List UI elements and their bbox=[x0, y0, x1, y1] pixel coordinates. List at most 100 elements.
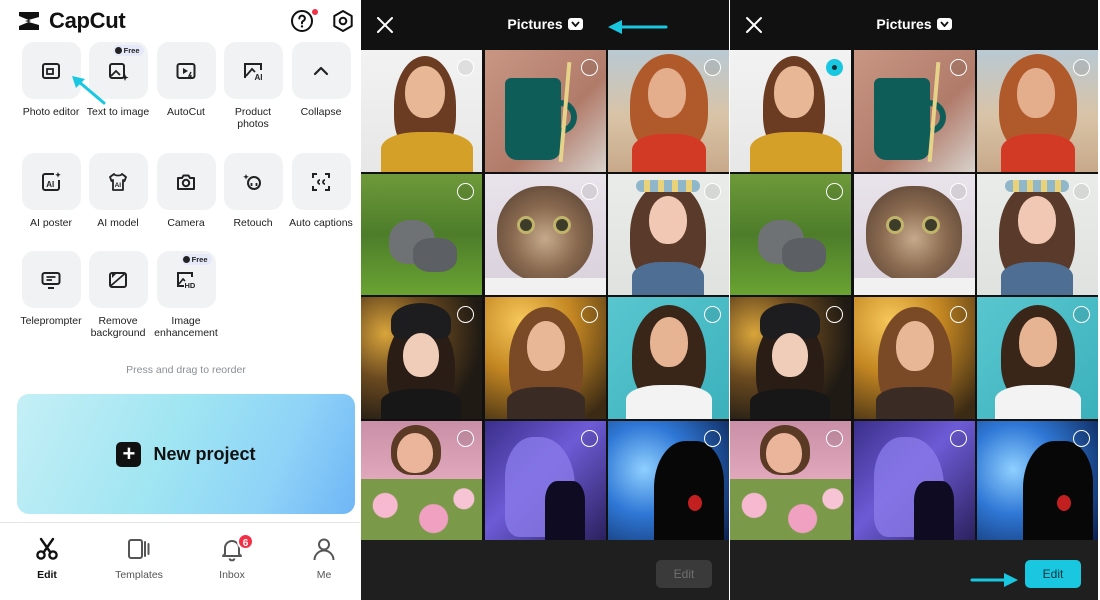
select-circle[interactable] bbox=[704, 306, 721, 323]
product-photos-icon: AI bbox=[244, 62, 263, 82]
select-circle[interactable] bbox=[580, 59, 598, 76]
photo-content bbox=[1001, 261, 1073, 295]
select-circle[interactable] bbox=[457, 59, 474, 76]
photo-thumbnail[interactable] bbox=[730, 173, 851, 295]
tool-ai-poster[interactable]: AI AI poster bbox=[16, 153, 86, 229]
photo-thumbnail[interactable] bbox=[361, 297, 482, 419]
tools-grid: Photo editor Free Text to image AutoCut … bbox=[0, 0, 360, 360]
photo-content bbox=[506, 387, 585, 419]
inbox-badge: 6 bbox=[237, 533, 254, 550]
tool-tile[interactable] bbox=[156, 42, 216, 99]
tool-tile[interactable]: AI bbox=[21, 153, 81, 210]
select-circle[interactable] bbox=[949, 306, 967, 323]
photo-thumbnail[interactable] bbox=[484, 297, 606, 419]
select-circle[interactable] bbox=[704, 59, 721, 76]
select-circle-checked[interactable] bbox=[826, 59, 843, 76]
text-to-image-icon bbox=[109, 62, 129, 81]
tool-ai-model[interactable]: AI AI model bbox=[83, 153, 153, 229]
album-selector[interactable]: Pictures bbox=[730, 16, 1098, 32]
select-circle[interactable] bbox=[704, 429, 721, 447]
select-circle[interactable] bbox=[580, 182, 598, 200]
photo-content bbox=[632, 134, 706, 172]
tool-teleprompter[interactable]: Teleprompter bbox=[16, 251, 86, 327]
select-circle[interactable] bbox=[949, 59, 967, 76]
photo-thumbnail[interactable] bbox=[977, 420, 1098, 542]
tool-product-photos[interactable]: AI Product photos bbox=[218, 42, 288, 130]
select-circle[interactable] bbox=[1073, 59, 1090, 76]
free-badge: Free bbox=[112, 45, 144, 56]
select-circle[interactable] bbox=[826, 182, 843, 200]
select-circle[interactable] bbox=[949, 182, 967, 200]
select-circle[interactable] bbox=[826, 306, 843, 323]
photo-thumbnail[interactable] bbox=[730, 297, 851, 419]
photo-thumbnail[interactable] bbox=[977, 297, 1098, 419]
picker-footer: Edit bbox=[730, 540, 1098, 600]
nav-inbox[interactable]: 6 Inbox bbox=[197, 533, 267, 581]
photo-thumbnail[interactable] bbox=[730, 50, 851, 172]
photo-thumbnail[interactable] bbox=[853, 420, 975, 542]
scissors-icon bbox=[36, 537, 58, 560]
select-circle[interactable] bbox=[457, 429, 474, 447]
select-circle[interactable] bbox=[580, 306, 598, 323]
tool-tile[interactable]: Free HD bbox=[156, 251, 216, 308]
nav-me[interactable]: Me bbox=[289, 536, 359, 581]
photo-content bbox=[895, 321, 934, 371]
photo-thumbnail[interactable] bbox=[484, 50, 606, 172]
photo-content bbox=[504, 78, 561, 160]
tool-image-enhancement[interactable]: Free HD Image enhancement bbox=[151, 251, 221, 339]
photo-thumbnail[interactable] bbox=[977, 173, 1098, 295]
tool-tile[interactable]: AI bbox=[223, 42, 283, 99]
ai-poster-icon: AI bbox=[42, 171, 61, 191]
album-selector[interactable]: Pictures bbox=[361, 16, 729, 32]
photo-content bbox=[875, 387, 954, 419]
photo-thumbnail[interactable] bbox=[361, 420, 482, 542]
photo-thumbnail[interactable] bbox=[608, 173, 729, 295]
tool-tile[interactable] bbox=[291, 153, 351, 210]
tool-tile[interactable] bbox=[21, 251, 81, 308]
new-project-button[interactable]: + New project bbox=[17, 394, 355, 514]
photo-thumbnail[interactable] bbox=[608, 50, 729, 172]
photo-thumbnail[interactable] bbox=[977, 50, 1098, 172]
tool-tile[interactable] bbox=[156, 153, 216, 210]
tool-tile[interactable] bbox=[223, 153, 283, 210]
tool-auto-captions[interactable]: Auto captions bbox=[286, 153, 356, 229]
photo-thumbnail[interactable] bbox=[853, 173, 975, 295]
select-circle[interactable] bbox=[457, 306, 474, 323]
nav-edit[interactable]: Edit bbox=[12, 536, 82, 581]
photo-thumbnail[interactable] bbox=[361, 50, 482, 172]
select-circle[interactable] bbox=[704, 182, 721, 200]
new-project-label: New project bbox=[153, 443, 256, 464]
photo-thumbnail[interactable] bbox=[608, 297, 729, 419]
tool-remove-background[interactable]: Remove background bbox=[83, 251, 153, 339]
user-icon bbox=[313, 538, 335, 561]
tool-collapse[interactable]: Collapse bbox=[286, 42, 356, 118]
photo-content bbox=[403, 333, 439, 377]
tool-tile[interactable] bbox=[88, 251, 148, 308]
select-circle[interactable] bbox=[1073, 182, 1090, 200]
tool-label: Image enhancement bbox=[154, 315, 218, 339]
tool-tile[interactable]: AI bbox=[88, 153, 148, 210]
photo-thumbnail[interactable] bbox=[608, 420, 729, 542]
nav-templates[interactable]: Templates bbox=[104, 536, 174, 581]
tool-camera[interactable]: Camera bbox=[151, 153, 221, 229]
photo-thumbnail[interactable] bbox=[730, 420, 851, 542]
tool-label: AI model bbox=[97, 217, 139, 229]
edit-button[interactable]: Edit bbox=[1025, 560, 1081, 588]
select-circle[interactable] bbox=[826, 429, 843, 447]
photo-thumbnail[interactable] bbox=[853, 297, 975, 419]
photo-thumbnail[interactable] bbox=[361, 173, 482, 295]
select-circle[interactable] bbox=[1073, 429, 1090, 447]
photo-thumbnail[interactable] bbox=[853, 50, 975, 172]
edit-button[interactable]: Edit bbox=[656, 560, 712, 588]
select-circle[interactable] bbox=[457, 182, 474, 200]
select-circle[interactable] bbox=[580, 429, 598, 447]
reorder-hint: Press and drag to reorder bbox=[126, 364, 246, 376]
select-circle[interactable] bbox=[1073, 306, 1090, 323]
select-circle[interactable] bbox=[949, 429, 967, 447]
tool-retouch[interactable]: Retouch bbox=[218, 153, 288, 229]
tool-tile[interactable] bbox=[291, 42, 351, 99]
photo-thumbnail[interactable] bbox=[484, 173, 606, 295]
photo-thumbnail[interactable] bbox=[484, 420, 606, 542]
tool-autocut[interactable]: AutoCut bbox=[151, 42, 221, 118]
photo-content bbox=[885, 215, 904, 234]
